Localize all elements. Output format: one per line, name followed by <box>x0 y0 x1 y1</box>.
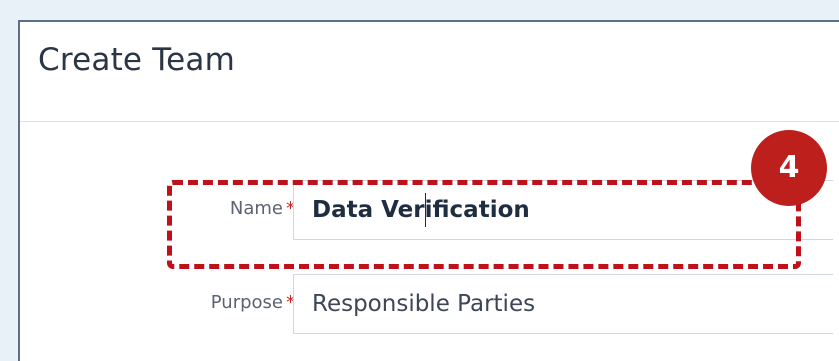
name-label: Name * <box>230 198 295 219</box>
text-cursor <box>425 193 426 227</box>
dialog-title: Create Team <box>38 42 235 78</box>
name-field-row: Name * <box>0 180 839 240</box>
name-input[interactable] <box>293 180 833 240</box>
step-number-badge: 4 <box>751 130 827 206</box>
dialog-header: Create Team <box>20 22 839 122</box>
name-label-text: Name <box>229 198 283 219</box>
purpose-input[interactable] <box>293 274 833 334</box>
purpose-label: Purpose * <box>211 292 295 313</box>
purpose-field-row: Purpose * <box>0 274 839 334</box>
purpose-label-text: Purpose <box>210 292 283 313</box>
